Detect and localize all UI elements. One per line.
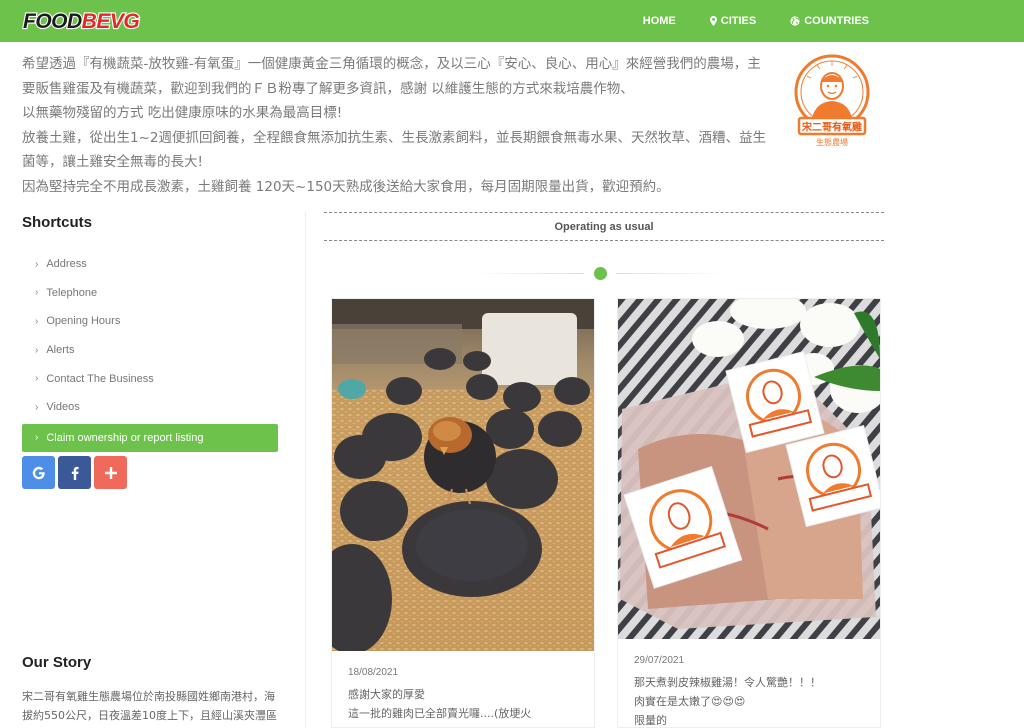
shortcut-telephone[interactable]: › Telephone (22, 279, 278, 308)
post-line: 限量的 (634, 714, 667, 727)
shortcuts-list: › Address › Telephone › Opening Hours › Aler… (22, 250, 278, 452)
intro-line: 放養土雞，從出生1~2週便抓回飼養，全程餵食無添加抗生素、生長激素飼料，並長期餵… (22, 129, 766, 146)
intro-line: 以無藥物殘留的方式 吃出健康原味的水果為最高目標! (22, 105, 343, 121)
shortcut-opening-hours[interactable]: › Opening Hours (22, 307, 278, 336)
post-photo-packaged-chicken[interactable] (618, 299, 880, 639)
chevron-right-icon: › (35, 373, 39, 385)
shortcut-contact[interactable]: › Contact The Business (22, 364, 278, 393)
map-marker-icon (709, 16, 717, 26)
story-line: 拔約550公尺，日夜溫差10度上下，且經山溪夾灃區 (22, 709, 277, 722)
chevron-right-icon: › (35, 432, 39, 444)
foodbevg-logo[interactable]: FOODBEVG (22, 9, 156, 33)
intro-line: 要販售雞蛋及有機蔬菜，歡迎到我們的ＦＢ粉專了解更多資訊，感謝 以維護生態的方式來… (22, 80, 634, 97)
chevron-right-icon: › (35, 315, 39, 327)
top-navbar: FOODBEVG HOME CITIES COUNTRIES (0, 0, 1024, 42)
post-excerpt: 那天煮剝皮辣椒雞湯！令人驚艷！！！ 肉實在是太嫩了😍😍😍 限量的 (634, 673, 870, 727)
main-nav: HOME CITIES COUNTRIES (643, 0, 869, 42)
claim-ownership-button[interactable]: › Claim ownership or report listing (22, 423, 278, 452)
badge-logo-subtext: 生態農場 (816, 137, 848, 147)
post-line: 那天煮剝皮辣椒雞湯！令人驚艷！！！ (634, 676, 821, 689)
svg-text:FOODBEVG: FOODBEVG (23, 10, 139, 33)
section-separator (474, 267, 726, 280)
our-story-text: 宋二哥有氧雞生態農場位於南投縣國姓鄉南港村，海 拔約550公尺，日夜溫差10度上… (22, 687, 282, 725)
nav-countries[interactable]: COUNTRIES (790, 15, 869, 27)
separator-line-right (616, 273, 726, 274)
post-date: 29/07/2021 (634, 655, 685, 666)
nav-cities[interactable]: CITIES (709, 15, 756, 27)
shortcut-alerts[interactable]: › Alerts (22, 336, 278, 365)
shortcuts-heading: Shortcuts (22, 214, 93, 231)
intro-line: 希望透過『有機蔬菜-放牧雞-有氧蛋』一個健康黃金三角循環的概念，及以三心『安心、… (22, 56, 761, 72)
more-share-button[interactable] (94, 456, 127, 489)
social-share-buttons (22, 456, 130, 489)
facebook-share-button[interactable] (58, 456, 91, 489)
intro-line: 因為堅持完全不用成長激素，土雞飼養 120天~150天熟成後送給大家食用，每月固… (22, 178, 670, 195)
business-logo: 宋二哥有氧雞 生態農場 (794, 54, 870, 147)
post-line: 這一批的雞肉已全部賣光囉....(放埂火 (348, 707, 532, 720)
intro-line: 菌等，讓土雞安全無毒的長大! (22, 154, 203, 170)
our-story-heading: Our Story (22, 654, 92, 671)
shortcut-address[interactable]: › Address (22, 250, 278, 279)
shortcut-videos[interactable]: › Videos (22, 393, 278, 422)
column-divider (305, 212, 306, 728)
post-card[interactable]: 18/08/2021 感謝大家的厚愛 這一批的雞肉已全部賣光囉....(放埂火 (331, 298, 595, 728)
facebook-icon (71, 466, 79, 480)
chevron-right-icon: › (35, 258, 39, 270)
chevron-right-icon: › (35, 344, 39, 356)
post-excerpt: 感謝大家的厚愛 這一批的雞肉已全部賣光囉....(放埂火 (348, 685, 584, 723)
plus-icon (104, 466, 117, 479)
globe-icon (790, 16, 800, 26)
story-line: 宋二哥有氧雞生態農場位於南投縣國姓鄉南港村，海 (22, 690, 275, 703)
separator-dot (594, 267, 607, 280)
badge-logo-text: 宋二哥有氧雞 (801, 121, 862, 134)
post-photo-chicks[interactable] (332, 299, 594, 651)
post-line: 感謝大家的厚愛 (348, 688, 425, 701)
operating-status: Operating as usual (324, 212, 884, 241)
post-line: 肉實在是太嫩了😍😍😍 (634, 695, 746, 708)
chevron-right-icon: › (35, 401, 39, 413)
business-description: 希望透過『有機蔬菜-放牧雞-有氧蛋』一個健康黃金三角循環的概念，及以三心『安心、… (22, 52, 774, 199)
google-icon (32, 466, 45, 479)
separator-line-left (474, 273, 584, 274)
post-date: 18/08/2021 (348, 667, 399, 678)
google-share-button[interactable] (22, 456, 55, 489)
nav-home[interactable]: HOME (643, 15, 676, 27)
chevron-right-icon: › (35, 287, 39, 299)
post-card[interactable]: 29/07/2021 那天煮剝皮辣椒雞湯！令人驚艷！！！ 肉實在是太嫩了😍😍😍 … (617, 298, 881, 728)
